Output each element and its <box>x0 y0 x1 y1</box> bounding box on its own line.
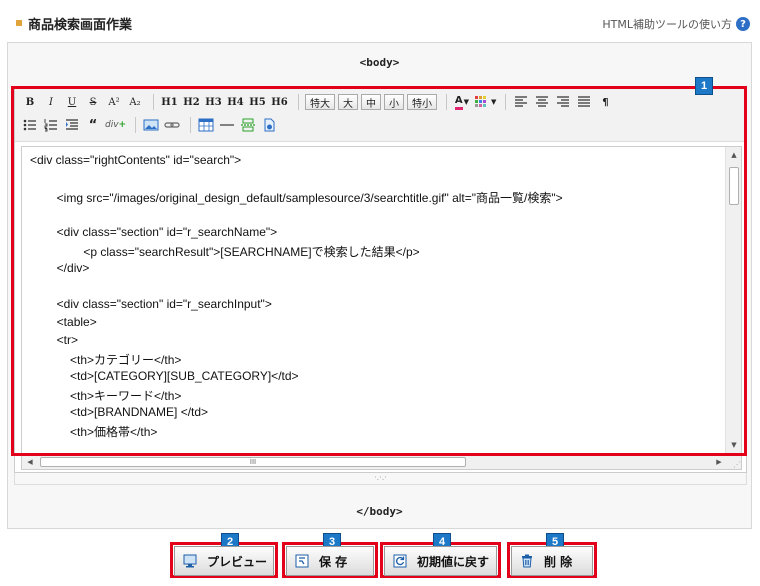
refresh-icon <box>393 554 407 568</box>
help-link-label: HTML補助ツールの使い方 <box>602 18 732 31</box>
reset-to-default-button[interactable]: 初期値に戻す <box>384 546 497 576</box>
preview-button[interactable]: プレビュー <box>174 546 274 576</box>
editor-resize-grip[interactable]: ·.·.· <box>14 473 747 485</box>
page-title: 商品検索画面作業 <box>28 18 133 33</box>
save-button-label: 保 存 <box>319 554 348 569</box>
monitor-icon <box>183 554 197 568</box>
page-header: 商品検索画面作業 HTML補助ツールの使い方 ? <box>0 0 760 40</box>
horizontal-scroll-thumb[interactable]: III <box>40 457 466 467</box>
trash-icon <box>520 554 534 568</box>
scroll-left-icon[interactable]: ◀ <box>22 454 38 470</box>
delete-button-label: 削 除 <box>544 554 573 569</box>
delete-button[interactable]: 削 除 <box>511 546 593 576</box>
body-open-tag: <body> <box>359 56 400 69</box>
header-bullet <box>16 20 22 26</box>
save-icon <box>295 554 309 568</box>
preview-button-label: プレビュー <box>207 554 268 569</box>
highlight-box-editor <box>11 86 747 456</box>
help-icon: ? <box>736 17 750 31</box>
save-button[interactable]: 保 存 <box>286 546 374 576</box>
reset-button-label: 初期値に戻す <box>417 554 490 569</box>
badge-1: 1 <box>695 77 713 95</box>
body-close-tag: </body> <box>356 505 403 518</box>
help-link[interactable]: HTML補助ツールの使い方 ? <box>602 16 750 32</box>
